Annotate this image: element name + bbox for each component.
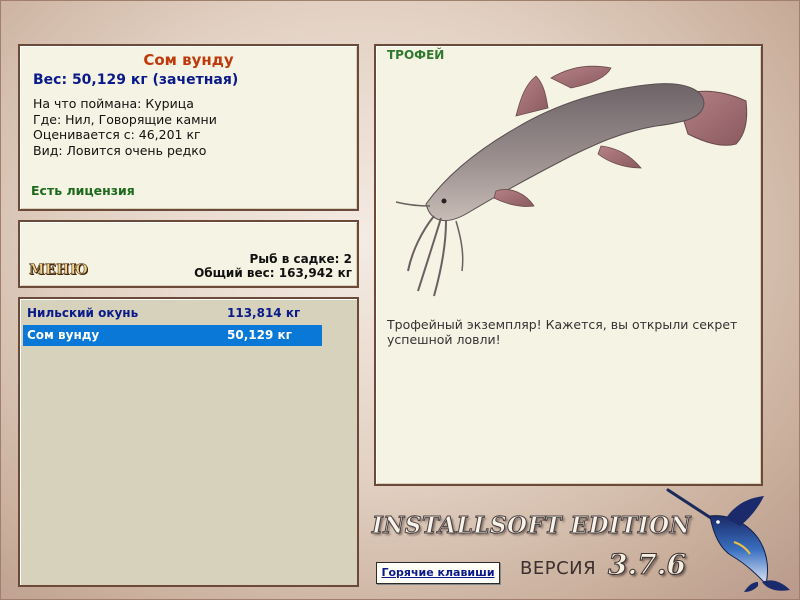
fish-weight: Вес: 50,129 кг (зачетная) bbox=[33, 72, 239, 88]
fish-kind: Вид: Ловится очень редко bbox=[33, 143, 207, 158]
menu-button[interactable]: МЕНЮ bbox=[29, 262, 89, 279]
list-item-weight: 113,814 кг bbox=[227, 306, 301, 320]
menu-panel: МЕНЮ Рыб в садке: 2 Общий вес: 163,942 к… bbox=[18, 220, 359, 288]
list-item-selected[interactable]: Сом вунду 50,129 кг bbox=[23, 325, 322, 346]
list-item[interactable]: Нильский окунь 113,814 кг bbox=[23, 303, 322, 324]
edition-logo-text: INSTALLSOFT EDITION bbox=[371, 512, 692, 540]
fish-rated: Оценивается с: 46,201 кг bbox=[33, 127, 201, 142]
list-item-name: Нильский окунь bbox=[27, 306, 139, 320]
fish-title: Сом вунду bbox=[143, 51, 234, 69]
list-item-weight: 50,129 кг bbox=[227, 328, 292, 342]
trophy-panel: ТРОФЕЙ Трофейный экземпляр! Кажется, вы … bbox=[374, 44, 763, 486]
trophy-message: Трофейный экземпляр! Кажется, вы открыли… bbox=[387, 317, 738, 347]
fish-place: Где: Нил, Говорящие камни bbox=[33, 112, 217, 127]
catch-info-panel: Сом вунду Вес: 50,129 кг (зачетная) На ч… bbox=[18, 44, 359, 211]
total-weight: Общий вес: 163,942 кг bbox=[194, 266, 352, 280]
fish-bait: На что поймана: Курица bbox=[33, 96, 194, 111]
version-label: ВЕРСИЯ bbox=[520, 558, 597, 579]
list-item-name: Сом вунду bbox=[27, 328, 100, 342]
license-status: Есть лицензия bbox=[31, 183, 135, 198]
cage-list-panel: Нильский окунь 113,814 кг Сом вунду 50,1… bbox=[18, 297, 359, 587]
catfish-image bbox=[395, 65, 748, 297]
fish-count: Рыб в садке: 2 bbox=[249, 252, 353, 266]
marlin-logo-icon bbox=[666, 488, 790, 592]
hotkeys-button[interactable]: Горячие клавиши bbox=[376, 562, 500, 584]
